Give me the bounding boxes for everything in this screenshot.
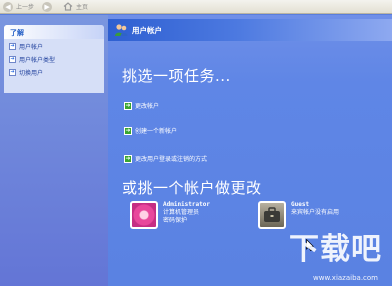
task-change-account[interactable]: ➜ 更改帐户 [124, 101, 159, 110]
sidebar-item-label: 切换用户 [19, 70, 44, 77]
flower-avatar-icon [130, 201, 158, 229]
home-label: 主页 [76, 4, 89, 11]
green-arrow-icon: ➜ [124, 101, 132, 110]
account-name: Guest [291, 201, 310, 208]
home-button[interactable]: 主页 [63, 2, 88, 11]
green-arrow-icon: ➜ [124, 126, 132, 135]
back-label: 上一步 [16, 4, 35, 11]
page-title: 用户帐户 [132, 25, 162, 35]
users-icon [115, 24, 128, 36]
sidebar-item-switch-user[interactable]: ➜ 切换用户 [4, 67, 104, 78]
back-button[interactable]: ◀ 上一步 [3, 1, 35, 12]
learn-about-header[interactable]: 了解 [4, 25, 104, 39]
pick-account-heading: 或挑一个帐户做更改 [122, 179, 262, 197]
main-pane: 用户帐户 挑选一项任务... ➜ 更改帐户 ➜ 创建一个新帐户 ➜ 更改用户登录… [108, 15, 392, 286]
task-create-account[interactable]: ➜ 创建一个新帐户 [124, 126, 177, 135]
arrow-icon: ➜ [9, 56, 16, 63]
forward-button[interactable]: ▶ [42, 1, 55, 12]
left-task-pane: 了解 ➜ 用户帐户 ➜ 用户帐户类型 ➜ 切换用户 [0, 15, 108, 286]
pick-task-heading: 挑选一项任务... [122, 67, 231, 85]
task-label: 更改用户登录或注销的方式 [135, 156, 208, 163]
task-label: 创建一个新帐户 [135, 128, 178, 135]
account-status: 密码保护 [163, 217, 188, 224]
briefcase-avatar-icon [258, 201, 286, 229]
sidebar-item-label: 用户帐户 [19, 44, 44, 51]
account-administrator[interactable]: Administrator 计算机管理员 密码保护 [130, 201, 210, 229]
sidebar-item-user-accounts[interactable]: ➜ 用户帐户 [4, 41, 104, 52]
watermark-url: www.xiazaiba.com [313, 274, 378, 282]
main-header: 用户帐户 [108, 19, 392, 41]
learn-about-panel: 了解 ➜ 用户帐户 ➜ 用户帐户类型 ➜ 切换用户 [4, 25, 104, 93]
account-name: Administrator [163, 201, 210, 208]
watermark-logo: 下载吧 [289, 232, 382, 267]
green-arrow-icon: ➜ [124, 154, 132, 163]
home-icon [63, 2, 73, 11]
sidebar-item-account-types[interactable]: ➜ 用户帐户类型 [4, 54, 104, 65]
account-type: 计算机管理员 [163, 209, 200, 216]
briefcase-icon [264, 207, 280, 222]
task-change-logon[interactable]: ➜ 更改用户登录或注销的方式 [124, 154, 207, 163]
arrow-icon: ➜ [9, 69, 16, 76]
task-label: 更改帐户 [135, 103, 160, 110]
sidebar-item-label: 用户帐户类型 [19, 57, 56, 64]
back-arrow-icon: ◀ [3, 1, 13, 12]
forward-arrow-icon: ▶ [42, 1, 53, 12]
account-status: 来宾帐户没有启用 [291, 209, 340, 216]
navigation-bar: ◀ 上一步 ▶ 主页 [0, 0, 392, 14]
arrow-icon: ➜ [9, 43, 16, 50]
